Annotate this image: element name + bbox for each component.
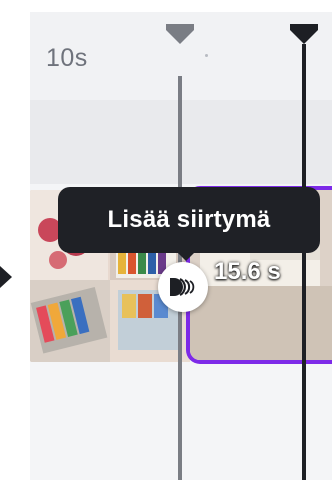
tooltip-text: Lisää siirtymä xyxy=(107,206,271,233)
tooltip-arrow xyxy=(177,252,195,261)
transition-icon xyxy=(170,278,195,296)
ruler-tick xyxy=(205,54,208,57)
playhead-handle-icon[interactable] xyxy=(164,22,196,46)
playhead-handle-icon[interactable] xyxy=(288,22,320,46)
add-transition-button[interactable] xyxy=(158,262,208,312)
chevron-right-icon xyxy=(0,266,12,288)
ruler-time-label: 10s xyxy=(46,44,88,72)
clip-duration-label: 15.6 s xyxy=(214,258,281,285)
playhead-line[interactable] xyxy=(302,44,306,480)
add-transition-tooltip: Lisää siirtymä xyxy=(58,187,320,253)
